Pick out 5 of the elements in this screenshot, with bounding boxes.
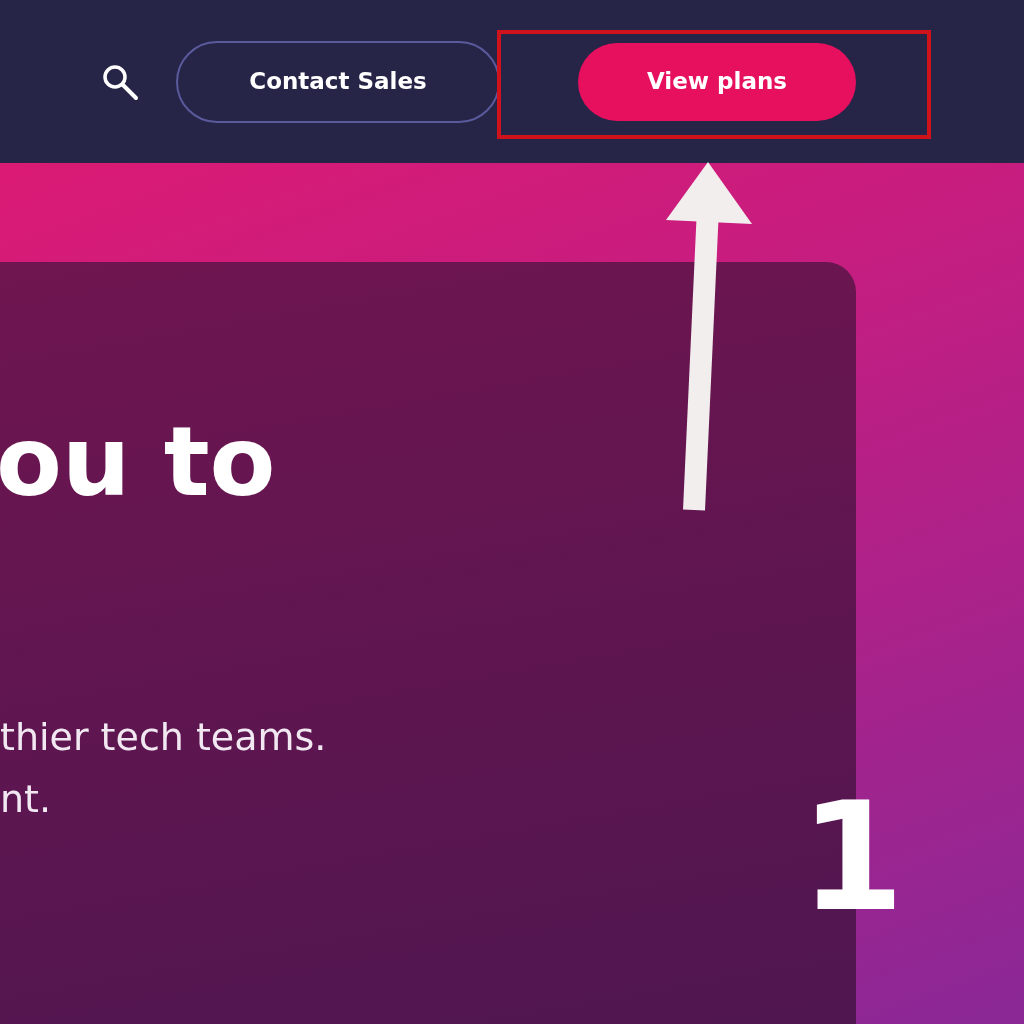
view-plans-button[interactable]: View plans xyxy=(578,42,856,121)
hero-text-line: nt. xyxy=(0,776,53,824)
contact-sales-button[interactable]: Contact Sales xyxy=(176,40,500,123)
step-number: 1 xyxy=(800,775,905,940)
hero-text-line: thier tech teams. xyxy=(0,713,328,761)
